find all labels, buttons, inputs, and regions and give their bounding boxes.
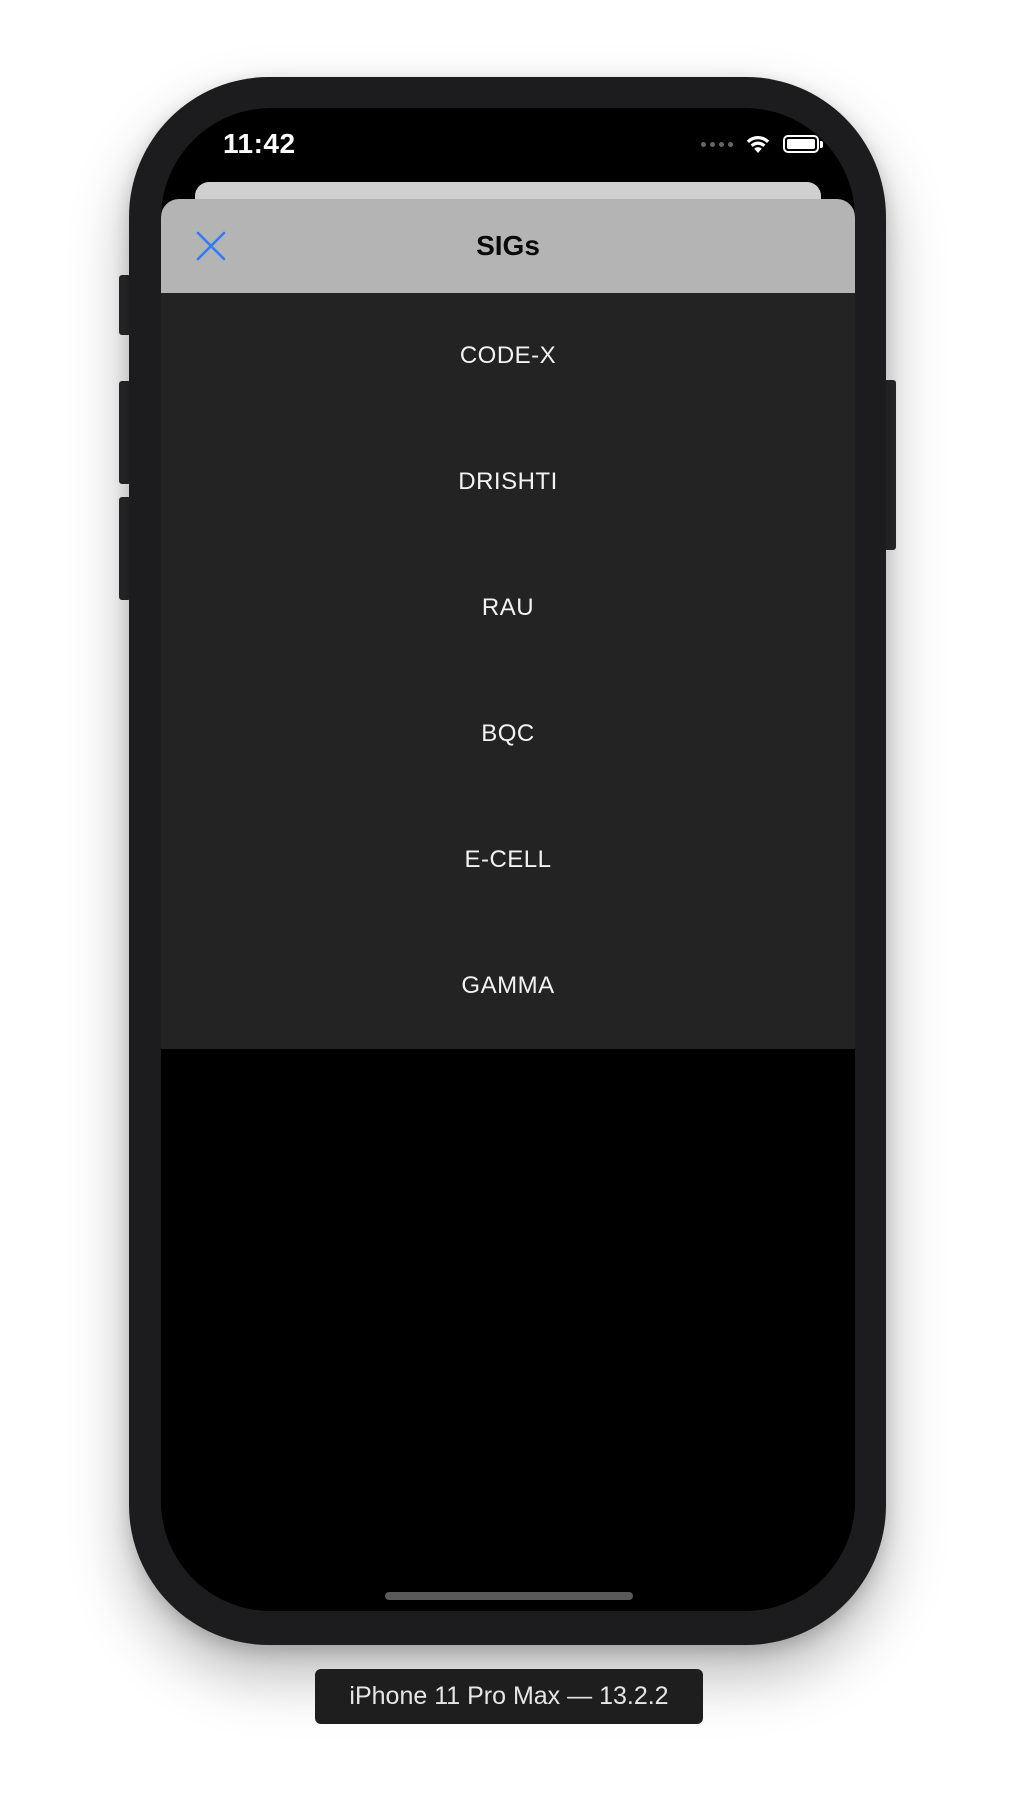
- simulator-stage: 11:42 SIGs CODE-X DRISHTI RAU BQC E-CELL…: [0, 0, 1016, 1794]
- signal-icon: [701, 141, 733, 147]
- list-item-gamma[interactable]: GAMMA: [161, 923, 855, 1049]
- status-time: 11:42: [223, 128, 296, 159]
- list-item-rau[interactable]: RAU: [161, 545, 855, 671]
- modal-sheet: SIGs CODE-X DRISHTI RAU BQC E-CELL GAMMA: [161, 199, 855, 1611]
- list-item-e-cell[interactable]: E-CELL: [161, 797, 855, 923]
- status-icons: [701, 134, 823, 154]
- notch: [332, 108, 684, 160]
- list-item-bqc[interactable]: BQC: [161, 671, 855, 797]
- sheet-header: SIGs: [161, 199, 855, 293]
- list-item-drishti[interactable]: DRISHTI: [161, 419, 855, 545]
- list-item-code-x[interactable]: CODE-X: [161, 293, 855, 419]
- battery-icon: [783, 135, 823, 153]
- sig-list: CODE-X DRISHTI RAU BQC E-CELL GAMMA: [161, 293, 855, 1049]
- close-button[interactable]: [195, 230, 227, 262]
- close-x-icon: [196, 231, 226, 261]
- sheet-title: SIGs: [476, 230, 540, 261]
- wifi-icon: [746, 135, 770, 153]
- home-indicator[interactable]: [385, 1592, 633, 1600]
- device-label: iPhone 11 Pro Max — 13.2.2: [315, 1669, 703, 1724]
- phone-screen: 11:42 SIGs CODE-X DRISHTI RAU BQC E-CELL…: [161, 108, 855, 1611]
